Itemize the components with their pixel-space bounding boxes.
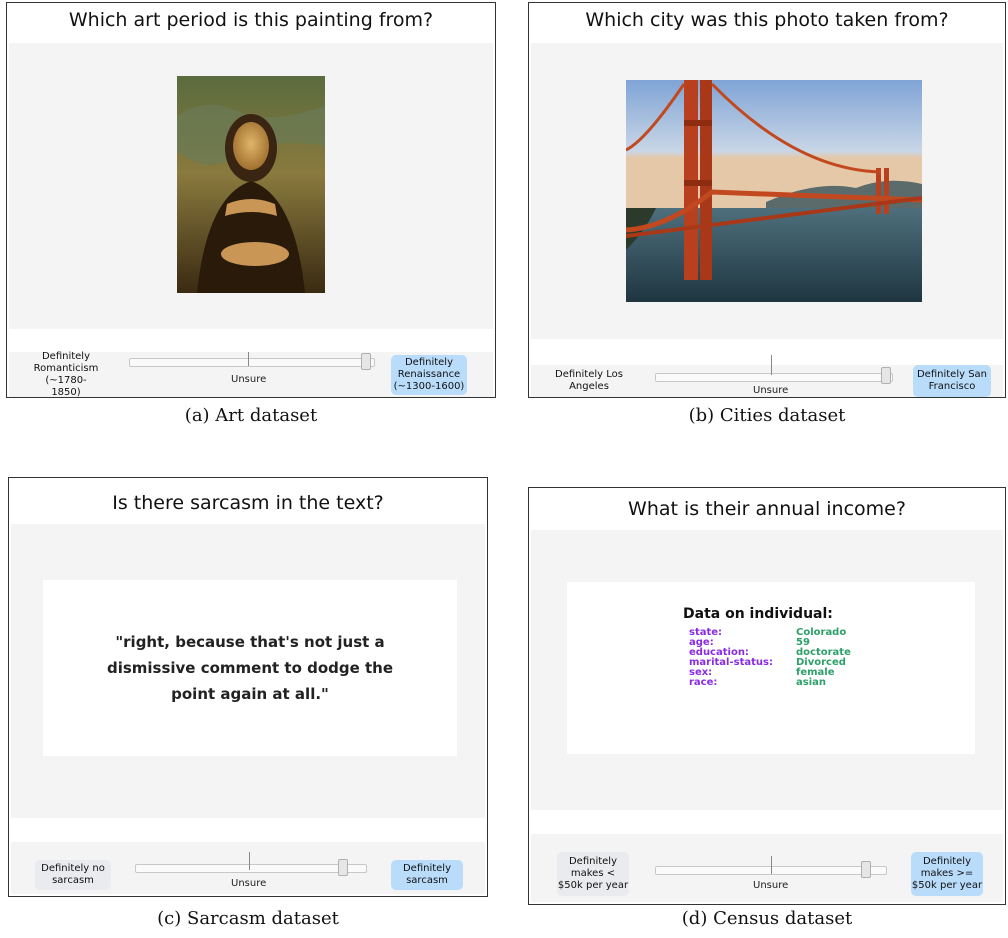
caption-art: (a) Art dataset <box>184 405 318 426</box>
panel-cities: Which city was this photo taken from? De… <box>528 2 1006 398</box>
caption-sarcasm: (c) Sarcasm dataset <box>157 908 339 929</box>
slider-thumb[interactable] <box>861 861 871 878</box>
slider-thumb[interactable] <box>361 353 371 370</box>
panel-title: Which art period is this painting from? <box>68 9 434 31</box>
data-area: Data on individual: state: Colorado age:… <box>531 530 1003 810</box>
right-option-button[interactable]: Definitely makes >= $50k per year <box>911 852 983 896</box>
slider-thumb[interactable] <box>338 859 348 876</box>
panel-art: Which art period is this painting from? <box>6 2 496 398</box>
panel-title: Which city was this photo taken from? <box>585 9 949 31</box>
image-area <box>531 43 1003 339</box>
slider-bar: Definitely makes < $50k per year Unsure … <box>531 834 1003 902</box>
slider-center-tick <box>771 856 772 874</box>
slider-bar: Definitely Los Angeles Unsure Definitely… <box>531 355 1003 397</box>
left-option-label[interactable]: Definitely Romanticism (~1780-1850) <box>31 351 101 398</box>
panel-sarcasm: Is there sarcasm in the text? "right, be… <box>8 477 488 897</box>
slider-track[interactable] <box>129 358 375 367</box>
slider-track[interactable] <box>135 864 367 873</box>
caption-cities: (b) Cities dataset <box>688 405 846 426</box>
slider-bar: Definitely no sarcasm Unsure Definitely … <box>11 842 485 894</box>
left-option-label[interactable]: Definitely Los Angeles <box>551 365 627 397</box>
slider-center-label: Unsure <box>753 880 789 891</box>
panel-title: Is there sarcasm in the text? <box>112 492 384 514</box>
right-option-button[interactable]: Definitely sarcasm <box>391 860 463 890</box>
left-option-button[interactable]: Definitely makes < $50k per year <box>557 852 629 896</box>
right-option-button[interactable]: Definitely Renaissance (~1300-1600) <box>391 355 467 395</box>
quote-card: "right, because that's not just a dismis… <box>43 580 457 756</box>
slider-bar: Definitely Romanticism (~1780-1850) Unsu… <box>9 351 493 398</box>
painting-mona-lisa-image <box>177 76 325 293</box>
left-option-button[interactable]: Definitely no sarcasm <box>35 860 111 890</box>
text-area: "right, because that's not just a dismis… <box>11 524 485 818</box>
slider-center-label: Unsure <box>753 385 789 396</box>
slider-center-tick <box>249 852 250 870</box>
photo-golden-gate-bridge-image <box>626 80 922 302</box>
panel-title: What is their annual income? <box>628 498 906 520</box>
right-option-button[interactable]: Definitely San Francisco <box>913 365 991 397</box>
slider-thumb[interactable] <box>881 367 891 384</box>
census-key: race: <box>689 677 718 688</box>
slider-center-tick <box>248 352 249 366</box>
panel-census: What is their annual income? Data on ind… <box>528 487 1006 905</box>
census-data-title: Data on individual: <box>683 606 833 622</box>
census-card: Data on individual: state: Colorado age:… <box>567 582 975 754</box>
census-value: asian <box>796 677 826 688</box>
slider-center-label: Unsure <box>231 374 267 385</box>
slider-center-label: Unsure <box>231 878 267 889</box>
sarcasm-text: "right, because that's not just a dismis… <box>106 633 394 703</box>
slider-center-tick <box>771 355 772 375</box>
caption-census: (d) Census dataset <box>681 908 853 929</box>
slider-track[interactable] <box>655 373 893 382</box>
image-area <box>9 43 493 329</box>
